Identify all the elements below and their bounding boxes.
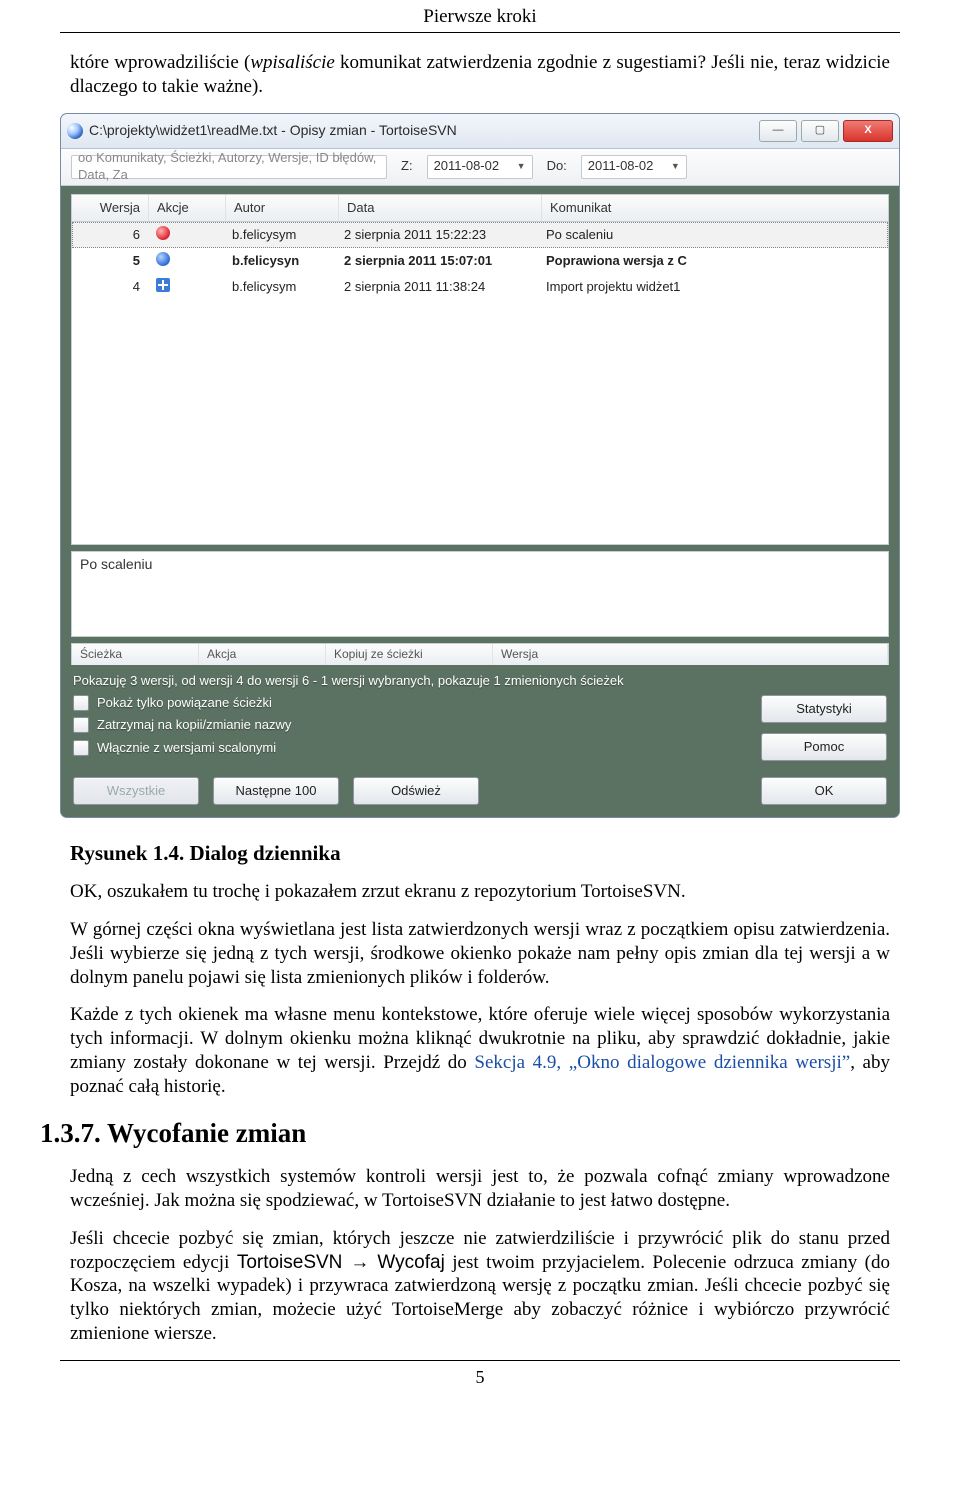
changed-paths-header: Ścieżka Akcja Kopiuj ze ścieżki Wersja <box>71 643 889 665</box>
help-button[interactable]: Pomoc <box>761 733 887 761</box>
checkbox-icon <box>73 717 89 733</box>
revision-list: Wersja Akcje Autor Data Komunikat 6b.fel… <box>71 194 889 545</box>
intro-paragraph: które wprowadziliście (wpisaliście komun… <box>70 51 890 99</box>
search-input[interactable]: oo Komunikaty, Ścieżki, Autorzy, Wersje,… <box>71 155 387 179</box>
page-header: Pierwsze kroki <box>0 0 960 30</box>
body-paragraph: Jedną z cech wszystkich systemów kontrol… <box>70 1165 890 1213</box>
date-to-input[interactable]: 2011-08-02▼ <box>581 155 687 179</box>
col-date[interactable]: Data <box>339 195 542 221</box>
body-paragraph: W górnej części okna wyświetlana jest li… <box>70 918 890 989</box>
status-text: Pokazuję 3 wersji, od wersji 4 do wersji… <box>73 673 887 689</box>
section-heading: 1.3.7. Wycofanie zmian <box>0 1118 960 1149</box>
option-checkbox[interactable]: Zatrzymaj na kopii/zmianie nazwy <box>73 717 291 733</box>
revision-list-header: Wersja Akcje Autor Data Komunikat <box>72 195 888 222</box>
col-actions[interactable]: Akcje <box>149 195 226 221</box>
app-icon <box>67 123 83 139</box>
ok-button[interactable]: OK <box>761 777 887 805</box>
checkbox-icon <box>73 695 89 711</box>
table-row[interactable]: 6b.felicysym2 sierpnia 2011 15:22:23Po s… <box>72 222 888 248</box>
minimize-button[interactable]: — <box>759 120 797 142</box>
action-icon <box>156 252 170 266</box>
body-paragraph: Każde z tych okienek ma własne menu kont… <box>70 1003 890 1098</box>
date-from-input[interactable]: 2011-08-02▼ <box>427 155 533 179</box>
figure-caption: Rysunek 1.4. Dialog dziennika <box>70 840 890 866</box>
to-label: Do: <box>547 158 567 174</box>
checkbox-icon <box>73 740 89 756</box>
log-dialog-screenshot: C:\projekty\widżet1\readMe.txt - Opisy z… <box>60 113 900 819</box>
option-checkbox[interactable]: Pokaż tylko powiązane ścieżki <box>73 695 291 711</box>
body-paragraph: Jeśli chcecie pozbyć się zmian, których … <box>70 1227 890 1346</box>
option-checkbox[interactable]: Włącznie z wersjami scalonymi <box>73 740 291 756</box>
next-100-button[interactable]: Następne 100 <box>213 777 339 805</box>
close-button[interactable]: X <box>843 120 893 142</box>
action-icon <box>156 278 170 292</box>
window-title: C:\projekty\widżet1\readMe.txt - Opisy z… <box>89 122 753 140</box>
maximize-button[interactable]: ▢ <box>801 120 839 142</box>
refresh-button[interactable]: Odśwież <box>353 777 479 805</box>
titlebar: C:\projekty\widżet1\readMe.txt - Opisy z… <box>61 114 899 149</box>
page-number: 5 <box>0 1361 960 1394</box>
col-version[interactable]: Wersja <box>72 195 149 221</box>
chevron-down-icon: ▼ <box>671 161 680 172</box>
col-message[interactable]: Komunikat <box>542 195 888 221</box>
stats-button[interactable]: Statystyki <box>761 695 887 723</box>
table-row[interactable]: 5b.felicysyn2 sierpnia 2011 15:07:01Popr… <box>72 248 888 274</box>
revision-list-body: 6b.felicysym2 sierpnia 2011 15:22:23Po s… <box>72 222 888 544</box>
body-paragraph: OK, oszukałem tu trochę i pokazałem zrzu… <box>70 880 890 904</box>
message-pane[interactable]: Po scaleniu <box>71 551 889 637</box>
action-icon <box>156 226 170 240</box>
show-all-button[interactable]: Wszystkie <box>73 777 199 805</box>
section-link[interactable]: Sekcja 4.9, „Okno dialogowe dziennika we… <box>474 1052 850 1073</box>
filter-bar: oo Komunikaty, Ścieżki, Autorzy, Wersje,… <box>61 149 899 186</box>
from-label: Z: <box>401 158 413 174</box>
table-row[interactable]: 4b.felicysym2 sierpnia 2011 11:38:24Impo… <box>72 274 888 300</box>
col-author[interactable]: Autor <box>226 195 339 221</box>
menu-path: TortoiseSVN → Wycofaj <box>237 1252 445 1273</box>
chevron-down-icon: ▼ <box>517 161 526 172</box>
